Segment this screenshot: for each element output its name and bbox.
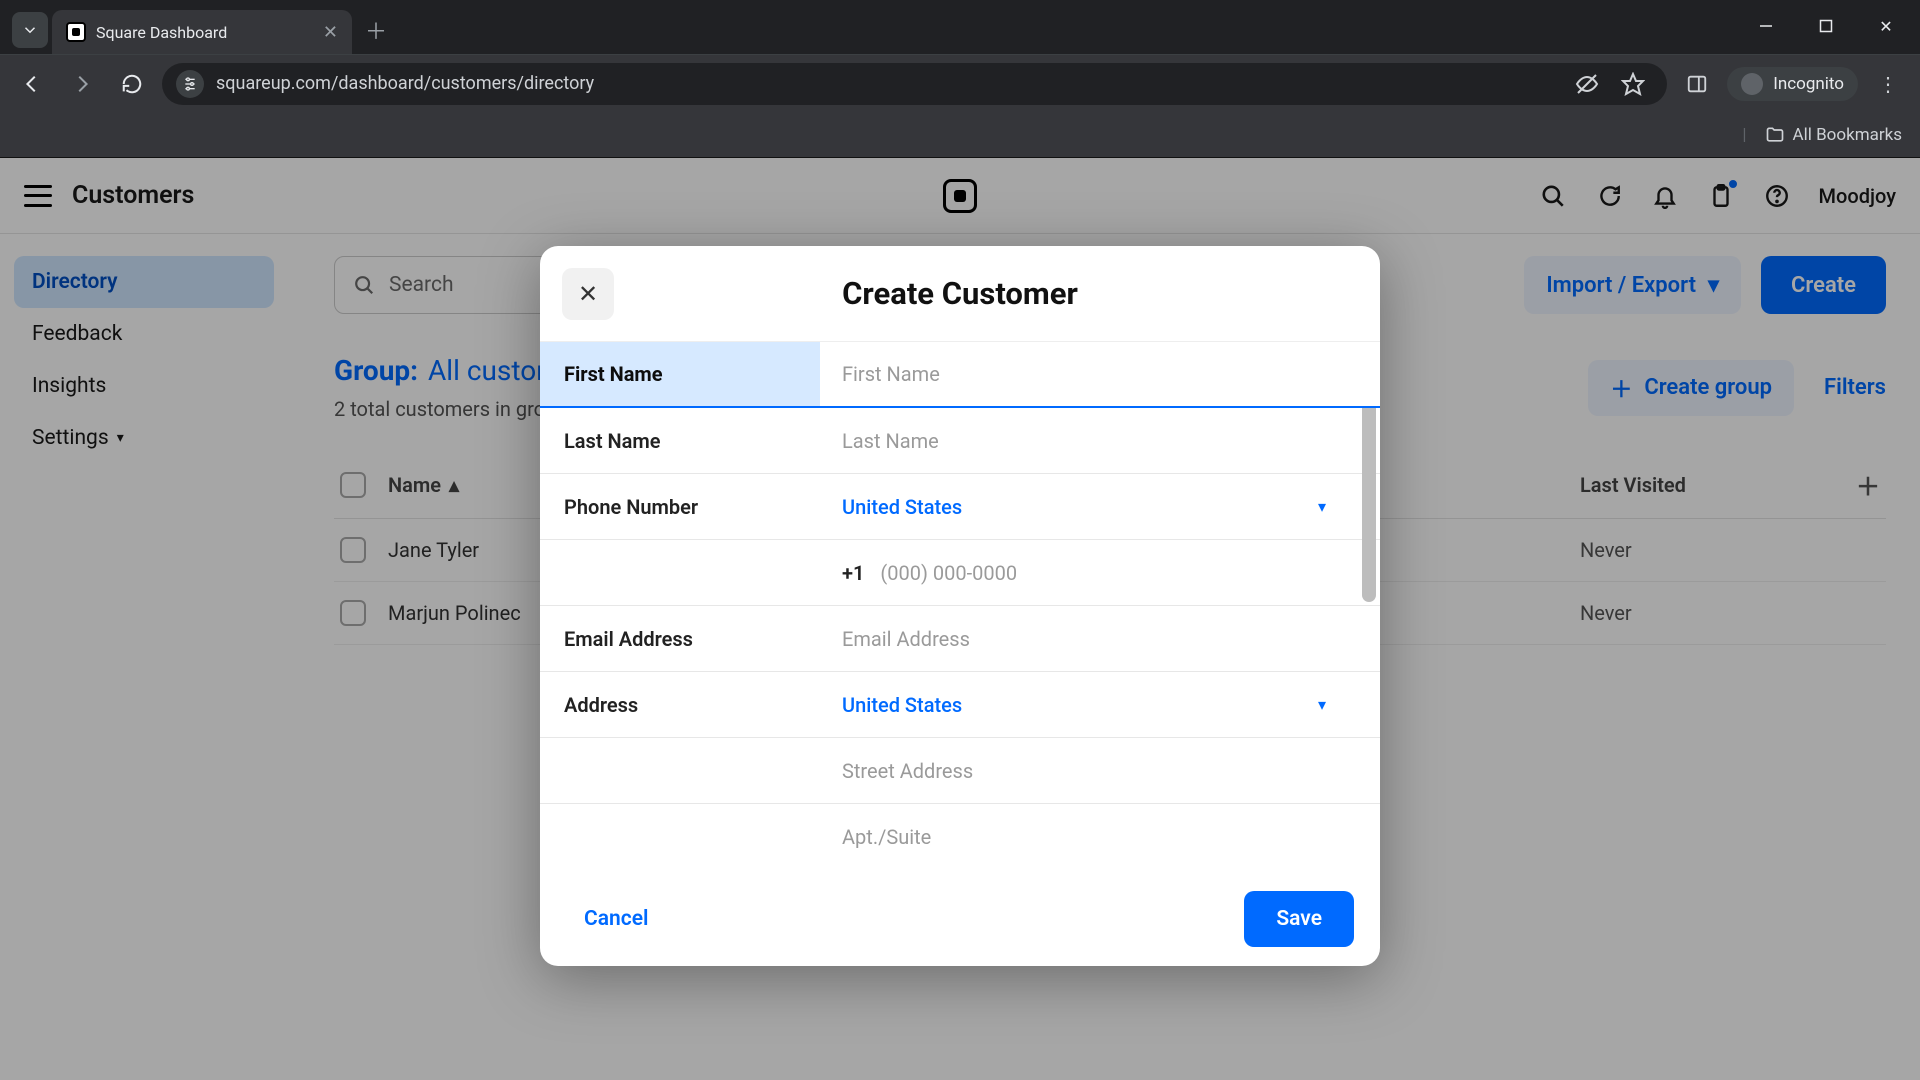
all-bookmarks-label: All Bookmarks	[1793, 125, 1902, 145]
window-close-button[interactable]: ✕	[1858, 6, 1914, 46]
input-last-name[interactable]	[842, 429, 1358, 453]
browser-tab-active[interactable]: Square Dashboard ✕	[52, 10, 352, 54]
input-street[interactable]	[842, 759, 1358, 783]
label-email: Email Address	[540, 606, 820, 671]
all-bookmarks-button[interactable]: All Bookmarks	[1765, 125, 1902, 145]
divider: |	[1742, 125, 1746, 145]
input-phone[interactable]	[880, 561, 1358, 585]
chevron-down-icon: ▾	[1318, 695, 1326, 714]
new-tab-button[interactable]: ＋	[358, 12, 394, 48]
window-minimize-button[interactable]	[1738, 6, 1794, 46]
address-bar[interactable]: squareup.com/dashboard/customers/directo…	[162, 63, 1667, 105]
nav-reload-button[interactable]	[112, 64, 152, 104]
tab-close-icon[interactable]: ✕	[323, 22, 338, 43]
modal-body: First Name Last Name Phone Number United…	[540, 342, 1380, 870]
field-phone-country: Phone Number United States ▾	[540, 474, 1380, 540]
chevron-down-icon: ▾	[1318, 497, 1326, 516]
field-apt	[540, 804, 1380, 870]
cancel-button[interactable]: Cancel	[566, 893, 666, 945]
label-phone: Phone Number	[540, 474, 820, 539]
browser-menu-button[interactable]: ⋮	[1868, 64, 1908, 104]
bookmark-star-icon[interactable]	[1613, 64, 1653, 104]
side-panel-icon[interactable]	[1677, 64, 1717, 104]
create-customer-modal: ✕ Create Customer First Name Last Name P…	[540, 246, 1380, 966]
field-email: Email Address	[540, 606, 1380, 672]
site-settings-icon[interactable]	[176, 70, 204, 98]
select-address-country[interactable]: United States ▾	[820, 672, 1380, 737]
input-first-name[interactable]	[842, 362, 1358, 386]
phone-prefix: +1	[842, 561, 864, 585]
label-address: Address	[540, 672, 820, 737]
browser-toolbar: squareup.com/dashboard/customers/directo…	[0, 54, 1920, 112]
field-address-country: Address United States ▾	[540, 672, 1380, 738]
nav-forward-button[interactable]	[62, 64, 102, 104]
tab-strip: Square Dashboard ✕ ＋ ✕	[0, 0, 1920, 54]
save-button[interactable]: Save	[1244, 891, 1354, 947]
select-phone-country[interactable]: United States ▾	[820, 474, 1380, 539]
nav-back-button[interactable]	[12, 64, 52, 104]
modal-title: Create Customer	[842, 275, 1078, 312]
modal-close-button[interactable]: ✕	[562, 268, 614, 320]
label-last-name: Last Name	[540, 408, 820, 473]
tab-favicon	[66, 22, 86, 42]
incognito-icon	[1741, 73, 1763, 95]
input-apt[interactable]	[842, 825, 1358, 849]
bookmarks-bar: | All Bookmarks	[0, 112, 1920, 158]
incognito-label: Incognito	[1773, 74, 1844, 94]
field-street	[540, 738, 1380, 804]
field-phone-number: +1	[540, 540, 1380, 606]
visibility-off-icon[interactable]	[1567, 64, 1607, 104]
field-first-name: First Name	[540, 342, 1380, 408]
tab-search-button[interactable]	[12, 12, 48, 48]
incognito-indicator[interactable]: Incognito	[1727, 67, 1858, 101]
browser-window: Square Dashboard ✕ ＋ ✕ squareup.com/dash…	[0, 0, 1920, 1080]
field-last-name: Last Name	[540, 408, 1380, 474]
window-maximize-button[interactable]	[1798, 6, 1854, 46]
label-first-name: First Name	[540, 342, 820, 406]
input-email[interactable]	[842, 627, 1358, 651]
tab-title: Square Dashboard	[96, 23, 227, 42]
url-text: squareup.com/dashboard/customers/directo…	[216, 73, 594, 94]
